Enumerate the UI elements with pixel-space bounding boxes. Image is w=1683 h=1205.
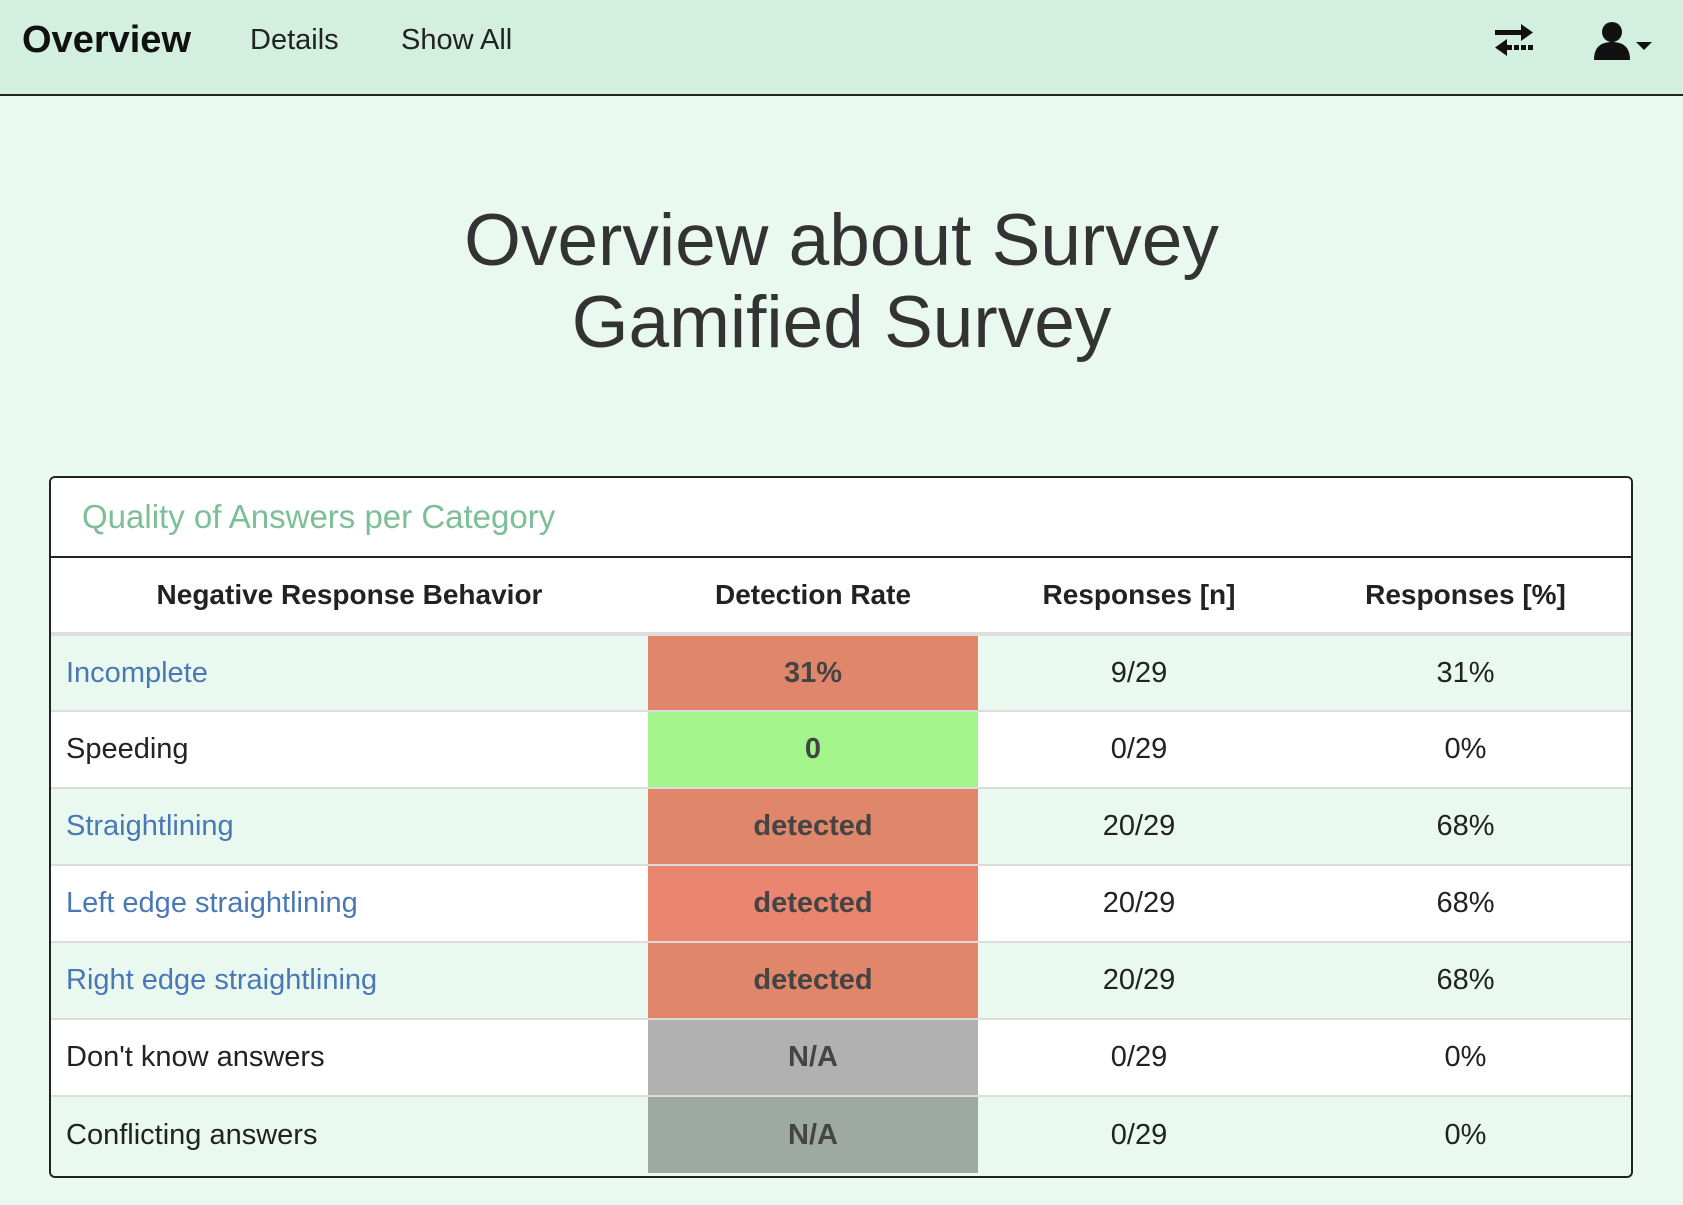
behavior-label: Conflicting answers [51, 1095, 648, 1173]
panel-heading: Quality of Answers per Category [51, 478, 1631, 558]
quality-panel: Quality of Answers per Category Negative… [49, 476, 1633, 1178]
responses-n-cell: 9/29 [978, 634, 1300, 711]
responses-pct-cell: 0% [1300, 1018, 1631, 1096]
behavior-label: Speeding [51, 710, 648, 788]
user-menu[interactable] [1590, 20, 1660, 64]
detection-rate-cell: N/A [648, 1095, 978, 1173]
behavior-link[interactable]: Straightlining [51, 787, 648, 865]
responses-pct-cell: 0% [1300, 1095, 1631, 1173]
detection-rate-cell: detected [648, 864, 978, 942]
table-row: Don't know answers N/A 0/29 0% [51, 1018, 1631, 1096]
detection-rate-cell: detected [648, 787, 978, 865]
page-title: Overview about Survey Gamified Survey [0, 200, 1683, 364]
table-row: Left edge straightlining detected 20/29 … [51, 864, 1631, 942]
responses-n-cell: 0/29 [978, 1095, 1300, 1173]
column-header-responses-pct: Responses [%] [1300, 558, 1631, 636]
responses-pct-cell: 31% [1300, 634, 1631, 711]
responses-pct-cell: 68% [1300, 864, 1631, 942]
nav-link-show-all[interactable]: Show All [401, 24, 512, 57]
detection-rate-cell: detected [648, 941, 978, 1019]
detection-rate-cell: 0 [648, 710, 978, 788]
table-header-row: Negative Response Behavior Detection Rat… [51, 558, 1631, 636]
responses-n-cell: 0/29 [978, 710, 1300, 788]
behavior-link[interactable]: Right edge straightlining [51, 941, 648, 1019]
behavior-link[interactable]: Incomplete [51, 634, 648, 711]
responses-pct-cell: 68% [1300, 787, 1631, 865]
caret-down-icon [1636, 42, 1652, 50]
nav-brand-overview[interactable]: Overview [22, 19, 191, 62]
quality-table: Negative Response Behavior Detection Rat… [51, 558, 1631, 1173]
table-row: Right edge straightlining detected 20/29… [51, 941, 1631, 1019]
column-header-behavior: Negative Response Behavior [51, 558, 648, 636]
behavior-link[interactable]: Left edge straightlining [51, 864, 648, 942]
top-navbar: Overview Details Show All [0, 0, 1683, 96]
responses-pct-cell: 68% [1300, 941, 1631, 1019]
responses-n-cell: 20/29 [978, 941, 1300, 1019]
column-header-detection-rate: Detection Rate [648, 558, 978, 636]
responses-n-cell: 20/29 [978, 787, 1300, 865]
page-title-line2: Gamified Survey [571, 282, 1112, 363]
page-title-line1: Overview about Survey [464, 200, 1219, 281]
user-icon [1594, 22, 1630, 60]
column-header-responses-n: Responses [n] [978, 558, 1300, 636]
responses-n-cell: 20/29 [978, 864, 1300, 942]
table-row: Conflicting answers N/A 0/29 0% [51, 1095, 1631, 1173]
behavior-label: Don't know answers [51, 1018, 648, 1096]
nav-link-details[interactable]: Details [250, 24, 339, 57]
swap-icon[interactable] [1493, 22, 1535, 58]
responses-n-cell: 0/29 [978, 1018, 1300, 1096]
table-row: Incomplete 31% 9/29 31% [51, 634, 1631, 711]
responses-pct-cell: 0% [1300, 710, 1631, 788]
table-row: Straightlining detected 20/29 68% [51, 787, 1631, 865]
detection-rate-cell: N/A [648, 1018, 978, 1096]
detection-rate-cell: 31% [648, 634, 978, 711]
table-row: Speeding 0 0/29 0% [51, 710, 1631, 788]
